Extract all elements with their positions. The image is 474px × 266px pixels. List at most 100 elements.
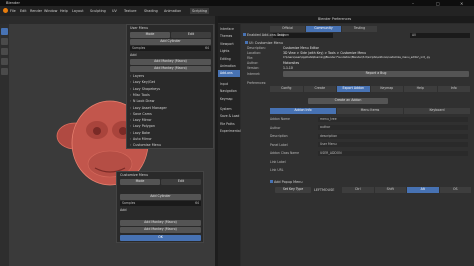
menu-list-item[interactable]: › Auto Mirror bbox=[130, 136, 152, 142]
close-icon[interactable]: ✕ bbox=[460, 1, 463, 6]
report-bug-button[interactable]: Report a Bug bbox=[283, 71, 469, 77]
menu-item-label: Misc Tools bbox=[132, 92, 150, 97]
prefs-nav-item[interactable]: Viewport bbox=[218, 41, 240, 48]
prefs-nav-item[interactable]: Themes bbox=[218, 33, 240, 40]
prefs-subtab[interactable]: Help bbox=[404, 86, 437, 92]
prefs-nav-item[interactable]: Experimental bbox=[218, 128, 241, 135]
popup-add-cylinder-button[interactable]: Add Cylinder bbox=[120, 194, 201, 200]
prefs-subtab[interactable]: Info bbox=[437, 86, 470, 92]
menu-list-item[interactable]: › Layers bbox=[130, 73, 144, 79]
popup-title: Customize Menu bbox=[120, 173, 149, 177]
menu-list-item[interactable]: › Lazy Polygon bbox=[130, 123, 155, 129]
add-popup-checkbox[interactable]: Add Popup Menu bbox=[270, 179, 302, 185]
minimize-icon[interactable]: – bbox=[412, 1, 414, 6]
add-monkey-button-2[interactable]: Add Monkey (Macro) bbox=[130, 66, 211, 72]
prefs-nav-item[interactable]: Animation bbox=[218, 63, 240, 70]
menu-list-item[interactable]: › Lazy Mirror bbox=[130, 117, 152, 123]
workspace-tab[interactable]: UV bbox=[112, 8, 117, 14]
menu-item-label: Lazy Key/Get bbox=[132, 80, 156, 85]
scale-tool-icon[interactable] bbox=[1, 68, 8, 75]
prefs-nav-item[interactable]: File Paths bbox=[218, 121, 240, 128]
link-url-label: Link URL bbox=[270, 168, 284, 172]
samples-field[interactable]: Samples 64 bbox=[130, 46, 211, 51]
create-addon-button[interactable]: Create an Addon bbox=[308, 98, 388, 104]
workspace-tab[interactable]: Window bbox=[44, 8, 57, 14]
cursor-tool-icon[interactable] bbox=[1, 38, 8, 45]
chevron-right-icon: › bbox=[130, 99, 132, 104]
file-value: C:\Users\user\AppData\Roaming\Blender Fo… bbox=[283, 56, 431, 59]
menu-editor-tab[interactable]: Keyboard bbox=[404, 108, 470, 114]
form-field-input[interactable]: author bbox=[318, 125, 468, 130]
menu-editor-tab[interactable]: Addon Info bbox=[270, 108, 336, 114]
move-tool-icon[interactable] bbox=[1, 48, 8, 55]
form-field-label: Author bbox=[270, 125, 281, 130]
prefs-nav-item[interactable]: Keymap bbox=[218, 96, 240, 103]
mode-button[interactable]: Mode bbox=[130, 32, 170, 38]
prefs-nav-item[interactable]: Interface bbox=[218, 26, 240, 33]
workspace-tab[interactable]: Help bbox=[60, 8, 68, 14]
prefs-subtab[interactable]: Create bbox=[303, 86, 336, 92]
select-tool-icon[interactable] bbox=[1, 28, 8, 35]
menu-list-item[interactable]: › Customise Menu bbox=[130, 142, 161, 148]
workspace-tab[interactable]: Shading bbox=[144, 8, 158, 14]
modifier-key-tab[interactable]: Shift bbox=[374, 187, 406, 193]
menu-list-item[interactable]: › N Look Draw bbox=[130, 98, 154, 104]
menu-item-label: Customise Menu bbox=[132, 143, 162, 148]
prefs-subtab[interactable]: Export Addon bbox=[337, 86, 370, 92]
popup-mode-button[interactable]: Mode bbox=[120, 179, 160, 185]
menu-list-item[interactable]: › Lazy Key/Get bbox=[130, 79, 155, 85]
form-field-input[interactable]: User Menu bbox=[318, 142, 468, 147]
popup-samples-field[interactable]: Samples 64 bbox=[120, 201, 201, 206]
workspace-tab[interactable]: Animation bbox=[164, 8, 181, 14]
chevron-right-icon: › bbox=[130, 137, 132, 141]
prefs-nav-item[interactable]: Input bbox=[218, 81, 240, 88]
workspace-tab[interactable]: Scripting bbox=[190, 8, 210, 14]
menu-list-item[interactable]: › Misc Tools bbox=[130, 92, 150, 98]
prefs-subtab[interactable]: Config bbox=[270, 86, 303, 92]
workspace-tab[interactable]: Edit bbox=[20, 8, 27, 14]
addon-source-tab[interactable]: Testing bbox=[342, 26, 377, 32]
prefs-nav-item[interactable]: System bbox=[218, 106, 240, 113]
prefs-subtab[interactable]: Keymap bbox=[370, 86, 403, 92]
prefs-nav-item[interactable]: Lights bbox=[218, 48, 240, 55]
prefs-nav-item[interactable]: Save & Load bbox=[218, 113, 240, 120]
add-cylinder-button[interactable]: Add Cylinder bbox=[130, 39, 211, 45]
menu-list-item[interactable]: › Lazy Bake bbox=[130, 130, 150, 136]
set-key-type-button[interactable]: Set Key Type bbox=[275, 187, 311, 193]
modifier-key-tab[interactable]: Ctrl bbox=[342, 187, 374, 193]
modifier-key-tab[interactable]: OS bbox=[439, 187, 471, 193]
menu-editor-tab[interactable]: Menu Items bbox=[337, 108, 403, 114]
workspace-tab[interactable]: Texture bbox=[124, 8, 136, 14]
modifier-key-tab[interactable]: Alt bbox=[407, 187, 439, 193]
menu-list-item[interactable]: › Lazy Shapekeys bbox=[130, 86, 160, 92]
popup-edit-button[interactable]: Edit bbox=[161, 179, 201, 185]
popup-add-monkey-button[interactable]: Add Monkey (Macro) bbox=[120, 220, 201, 226]
menu-item-label: Lazy Asset Manager bbox=[132, 105, 167, 110]
workspace-tab[interactable]: Sculpting bbox=[90, 8, 106, 14]
workspace-tab[interactable]: Render bbox=[30, 8, 42, 14]
addon-source-tab[interactable]: Community bbox=[306, 26, 341, 32]
form-field-input[interactable]: USER_ADDON bbox=[318, 150, 468, 156]
popup-ok-button[interactable]: OK bbox=[120, 235, 201, 241]
menu-list-item[interactable]: › Lazy Asset Manager bbox=[130, 105, 167, 111]
add-monkey-button[interactable]: Add Monkey (Macro) bbox=[130, 59, 211, 65]
blender-logo-icon[interactable] bbox=[3, 8, 8, 13]
filter-dropdown[interactable]: All bbox=[410, 33, 470, 38]
form-field-input[interactable]: description bbox=[318, 133, 468, 139]
prefs-nav-item[interactable]: Add-ons bbox=[218, 70, 240, 78]
form-field-input[interactable]: menu_tree bbox=[318, 116, 468, 122]
workspace-tab[interactable]: File bbox=[10, 8, 16, 14]
addon-source-tab[interactable]: Official bbox=[270, 26, 305, 32]
maximize-icon[interactable]: □ bbox=[436, 1, 440, 6]
enabled-only-checkbox[interactable]: Enabled Add-ons Only bbox=[243, 32, 284, 38]
workspace-tab[interactable]: Layout bbox=[72, 8, 84, 14]
prefs-titlebar: Blender Preferences bbox=[218, 16, 474, 23]
add-popup-label: Add Popup Menu bbox=[274, 180, 303, 184]
prefs-nav-item[interactable]: Navigation bbox=[218, 88, 240, 95]
rotate-tool-icon[interactable] bbox=[1, 58, 8, 65]
popup-add-monkey-button-2[interactable]: Add Monkey (Macro) bbox=[120, 227, 201, 233]
prefs-nav-item[interactable]: Editing bbox=[218, 56, 240, 63]
edit-button[interactable]: Edit bbox=[171, 32, 211, 38]
menu-list-item[interactable]: › Save Cams bbox=[130, 111, 152, 117]
user-menu-panel: User Menu Mode Edit Add Cylinder Samples… bbox=[126, 24, 214, 149]
